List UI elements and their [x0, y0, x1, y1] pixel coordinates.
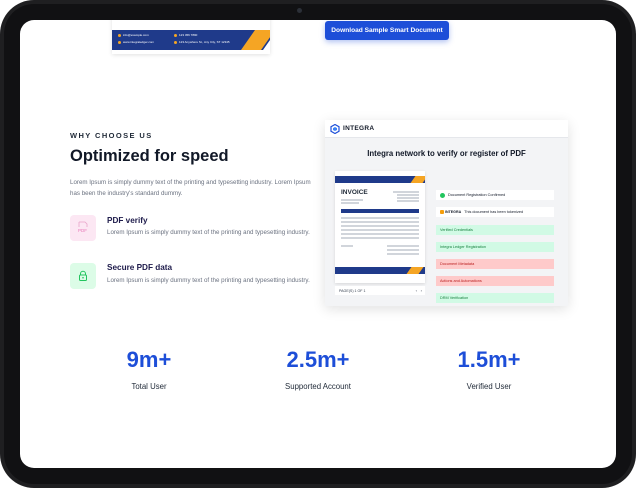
sample-document-preview: info@example.com www.integraledger.com 1… [112, 20, 270, 54]
contact-address-text: 123 Anywhere St., Any City, ST 12345 [179, 40, 230, 44]
tablet-frame: info@example.com www.integraledger.com 1… [0, 0, 636, 488]
status-tokenized: INTEGRA This document has been tokenized [436, 207, 554, 217]
phone-icon [174, 33, 177, 37]
status-registration-confirmed: Document Registration Confirmed [436, 190, 554, 200]
mini-logo-text: INTEGRA [445, 210, 462, 214]
status-verified-credentials[interactable]: Verified Credentials [436, 225, 554, 235]
feature-desc-secure-pdf: Lorem Ipsum is simply dummy text of the … [107, 277, 310, 284]
stat-value-total-user: 9m+ [126, 347, 172, 372]
brand-name: INTEGRA [343, 125, 375, 132]
lock-icon [70, 263, 96, 289]
status-label: Integra Ledger Registration [440, 245, 487, 249]
status-label: Document Metadata [440, 262, 475, 266]
token-icon [440, 210, 444, 214]
integra-verification-mockup: INTEGRA Integra network to verify or reg… [325, 120, 568, 306]
integra-logo-icon [330, 123, 340, 134]
download-sample-button[interactable]: Download Sample Smart Document [325, 21, 449, 40]
document-footer-band: info@example.com www.integraledger.com 1… [112, 30, 270, 50]
svg-text:PDF: PDF [78, 228, 87, 233]
status-document-metadata[interactable]: Document Metadata [436, 259, 554, 269]
mockup-title: Integra network to verify or register of… [367, 149, 526, 158]
feature-title-pdf-verify: PDF verify [107, 216, 148, 225]
feature-desc-pdf-verify: Lorem Ipsum is simply dummy text of the … [107, 229, 310, 236]
status-actions-automations[interactable]: Actions and Automations [436, 276, 554, 286]
contact-website: www.integraledger.com [118, 40, 154, 44]
stat-label-verified-user: Verified User [466, 382, 512, 391]
stat-label-supported-account: Supported Account [285, 382, 351, 391]
contact-email: info@example.com [118, 33, 149, 37]
stat-value-supported-account: 2.5m+ [286, 347, 350, 372]
status-label: This document has been tokenized [464, 210, 524, 214]
chevron-left-icon[interactable]: ‹ [416, 288, 417, 293]
feature-title-secure-pdf: Secure PDF data [107, 263, 173, 272]
status-label: Document Registration Confirmed [448, 193, 506, 197]
stat-label-total-user: Total User [131, 382, 167, 391]
integra-mini-logo: INTEGRA [440, 210, 461, 214]
status-label: Actions and Automations [440, 279, 482, 283]
invoice-title: INVOICE [341, 189, 368, 196]
mockup-header: INTEGRA [325, 120, 568, 138]
contact-address: 123 Anywhere St., Any City, ST 12345 [174, 40, 230, 44]
status-label: DRM Verification [440, 296, 469, 300]
camera-icon [297, 8, 302, 13]
location-icon [174, 40, 177, 44]
section-heading: Optimized for speed [70, 147, 229, 165]
pdf-icon: PDF [70, 215, 96, 241]
screen: info@example.com www.integraledger.com 1… [20, 20, 616, 468]
globe-icon [118, 40, 121, 44]
section-eyebrow: WHY CHOOSE US [70, 131, 153, 140]
status-ledger-registration[interactable]: Integra Ledger Registration [436, 242, 554, 252]
status-drm-verification[interactable]: DRM Verification [436, 293, 554, 303]
chevron-right-icon[interactable]: › [421, 288, 422, 293]
contact-website-text: www.integraledger.com [123, 40, 155, 44]
contact-phone-text: 123 456 7890 [179, 33, 198, 37]
page-indicator: PAGE(S) 1 OF 1 ‹ › [335, 286, 425, 295]
status-label: Verified Credentials [440, 228, 473, 232]
invoice-preview: INVOICE [335, 171, 425, 283]
email-icon [118, 33, 121, 37]
page-indicator-text: PAGE(S) 1 OF 1 [339, 288, 366, 293]
contact-phone: 123 456 7890 [174, 33, 197, 37]
check-circle-icon [440, 192, 445, 198]
section-lead: Lorem Ipsum is simply dummy text of the … [70, 179, 311, 197]
contact-email-text: info@example.com [123, 33, 149, 37]
stat-value-verified-user: 1.5m+ [457, 347, 521, 372]
